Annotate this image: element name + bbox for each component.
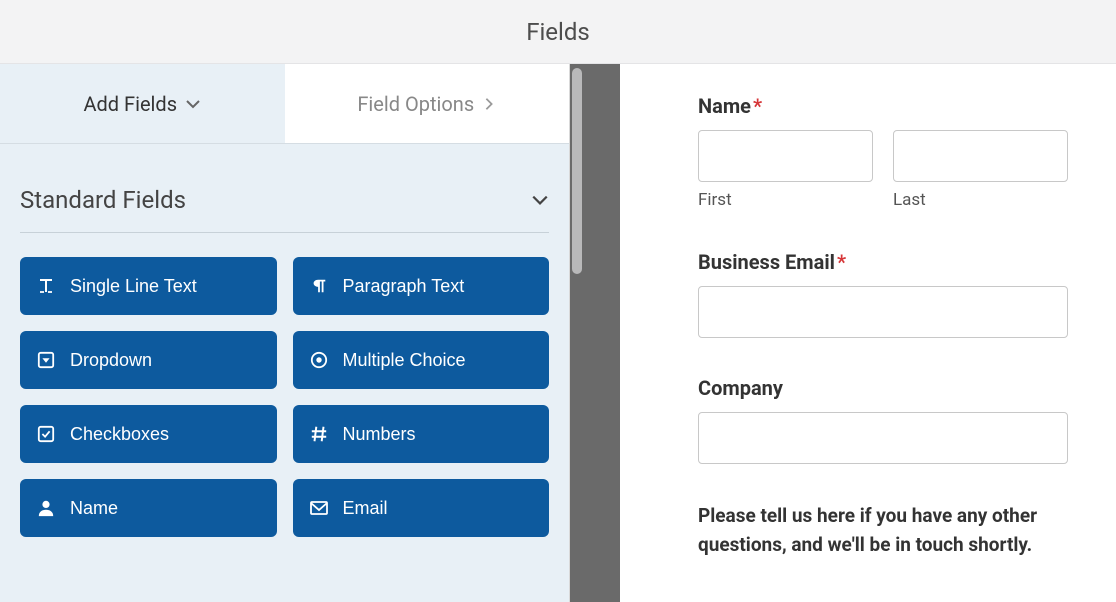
tab-label: Add Fields [83, 92, 177, 116]
main-area: Add Fields Field Options Standard Fields [0, 64, 1116, 602]
email-input[interactable] [698, 286, 1068, 338]
check-square-icon [36, 424, 56, 444]
field-grid: Single Line Text Paragraph Text [20, 257, 549, 537]
field-dropdown[interactable]: Dropdown [20, 331, 277, 389]
field-paragraph-text[interactable]: Paragraph Text [293, 257, 550, 315]
chevron-down-icon [531, 191, 549, 209]
text-cursor-icon [36, 276, 56, 296]
page-title: Fields [526, 18, 590, 46]
name-label: Name* [698, 94, 1068, 118]
last-name-input[interactable] [893, 130, 1068, 182]
company-input[interactable] [698, 412, 1068, 464]
field-label: Paragraph Text [343, 276, 465, 297]
first-name-input[interactable] [698, 130, 873, 182]
section-header-standard[interactable]: Standard Fields [20, 164, 549, 233]
field-numbers[interactable]: Numbers [293, 405, 550, 463]
field-checkboxes[interactable]: Checkboxes [20, 405, 277, 463]
chevron-right-icon [482, 97, 496, 111]
panel-body: Standard Fields Single Line Text [0, 144, 569, 557]
tab-label: Field Options [357, 92, 474, 116]
form-field-email[interactable]: Business Email* [698, 250, 1068, 338]
field-label: Dropdown [70, 350, 152, 371]
bullseye-icon [309, 350, 329, 370]
form-field-name[interactable]: Name* First Last [698, 94, 1068, 210]
hashtag-icon [309, 424, 329, 444]
app-header: Fields [0, 0, 1116, 64]
field-label: Name [70, 498, 118, 519]
form-preview: Name* First Last Business Email* Company [620, 64, 1116, 602]
required-asterisk: * [837, 250, 846, 274]
field-label: Numbers [343, 424, 416, 445]
email-label: Business Email* [698, 250, 1068, 274]
form-field-company[interactable]: Company [698, 376, 1068, 464]
field-label: Multiple Choice [343, 350, 466, 371]
chevron-down-icon [185, 96, 201, 112]
first-sublabel: First [698, 190, 873, 210]
tab-add-fields[interactable]: Add Fields [0, 64, 285, 143]
field-single-line-text[interactable]: Single Line Text [20, 257, 277, 315]
caret-square-down-icon [36, 350, 56, 370]
scrollbar-thumb[interactable] [572, 68, 582, 274]
last-sublabel: Last [893, 190, 1068, 210]
field-label: Email [343, 498, 388, 519]
field-name[interactable]: Name [20, 479, 277, 537]
tab-field-options[interactable]: Field Options [285, 64, 570, 143]
user-icon [36, 498, 56, 518]
name-row: First Last [698, 130, 1068, 210]
field-multiple-choice[interactable]: Multiple Choice [293, 331, 550, 389]
field-email[interactable]: Email [293, 479, 550, 537]
company-label: Company [698, 376, 1068, 400]
section-title: Standard Fields [20, 186, 186, 214]
required-asterisk: * [753, 94, 762, 118]
envelope-icon [309, 498, 329, 518]
field-label: Checkboxes [70, 424, 169, 445]
field-label: Single Line Text [70, 276, 197, 297]
paragraph-icon [309, 276, 329, 296]
prompt-text: Please tell us here if you have any othe… [698, 502, 1068, 559]
panel-tabs: Add Fields Field Options [0, 64, 569, 144]
fields-panel: Add Fields Field Options Standard Fields [0, 64, 570, 602]
